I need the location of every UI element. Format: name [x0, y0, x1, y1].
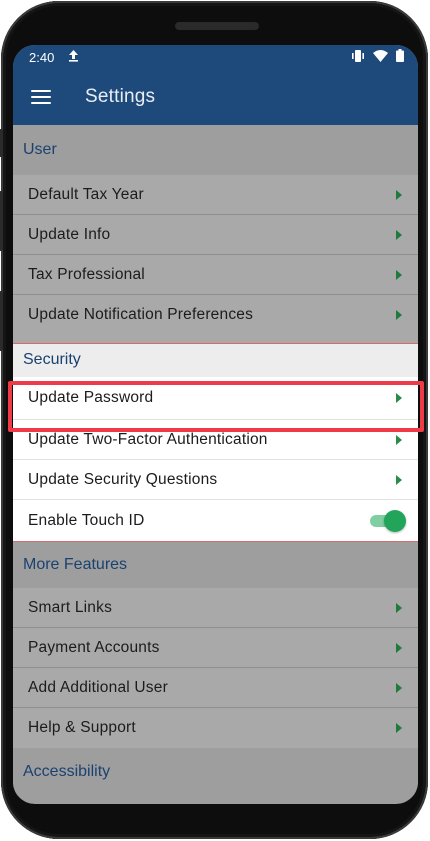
- settings-item-label: Help & Support: [28, 719, 136, 736]
- settings-item-label: Tax Professional: [28, 265, 145, 283]
- settings-item-label: Update Info: [28, 225, 111, 243]
- app-screen: 2:40 Settings User Default Tax Year Upda…: [13, 45, 418, 804]
- settings-item-label: Update Two-Factor Authentication: [28, 430, 268, 448]
- phone-volume-button: [0, 191, 3, 251]
- chevron-right-icon: [396, 189, 402, 200]
- settings-item-label: Update Notification Preferences: [28, 306, 254, 323]
- status-time: 2:40: [29, 49, 55, 65]
- wifi-icon: [373, 49, 388, 65]
- settings-item-label: Add Additional User: [28, 678, 168, 696]
- battery-icon: [396, 49, 404, 65]
- settings-item-smart-links[interactable]: Smart Links: [13, 588, 418, 628]
- app-bar: Settings: [13, 69, 418, 125]
- phone-speaker: [175, 22, 259, 30]
- settings-item-label: Update Security Questions: [28, 470, 218, 488]
- settings-item-enable-touch-id: Enable Touch ID: [13, 500, 418, 542]
- chevron-right-icon: [396, 269, 402, 280]
- settings-item-label: Payment Accounts: [28, 638, 160, 656]
- chevron-right-icon: [396, 602, 402, 613]
- chevron-right-icon: [396, 434, 402, 445]
- settings-item-label: Smart Links: [28, 598, 113, 616]
- settings-item-update-security-questions[interactable]: Update Security Questions: [13, 460, 418, 500]
- toggle-thumb: [384, 510, 406, 532]
- chevron-right-icon: [396, 723, 402, 733]
- phone-side-button: [0, 129, 3, 157]
- upload-icon: [68, 49, 79, 65]
- vibrate-icon: [351, 49, 365, 65]
- security-section: Security Update Password Update Two-Fact…: [13, 343, 418, 542]
- settings-item-update-password[interactable]: Update Password: [13, 377, 418, 420]
- section-header-user: User: [13, 125, 418, 175]
- section-header-accessibility: Accessibility: [13, 748, 418, 796]
- touch-id-toggle[interactable]: [368, 510, 406, 532]
- settings-item-label: Default Tax Year: [28, 185, 144, 203]
- chevron-right-icon: [396, 474, 402, 485]
- chevron-right-icon: [396, 682, 402, 693]
- settings-item-tax-professional[interactable]: Tax Professional: [13, 255, 418, 295]
- phone-frame: 2:40 Settings User Default Tax Year Upda…: [0, 1, 428, 839]
- chevron-right-icon: [396, 310, 402, 320]
- settings-item-help-and-support[interactable]: Help & Support: [13, 708, 418, 748]
- section-header-security: Security: [13, 343, 418, 377]
- settings-item-update-notification-preferences[interactable]: Update Notification Preferences: [13, 295, 418, 335]
- section-spacer: [13, 335, 418, 343]
- chevron-right-icon: [396, 229, 402, 240]
- settings-item-label: Update Password: [28, 389, 154, 406]
- section-header-more-features: More Features: [13, 542, 418, 588]
- settings-item-label: Enable Touch ID: [28, 512, 145, 529]
- settings-item-update-two-factor-authentication[interactable]: Update Two-Factor Authentication: [13, 420, 418, 460]
- hamburger-menu-icon[interactable]: [31, 90, 51, 104]
- page-title: Settings: [85, 86, 156, 107]
- status-bar: 2:40: [13, 45, 418, 69]
- chevron-right-icon: [396, 393, 402, 403]
- settings-item-default-tax-year[interactable]: Default Tax Year: [13, 175, 418, 215]
- settings-item-add-additional-user[interactable]: Add Additional User: [13, 668, 418, 708]
- phone-volume-button: [0, 291, 3, 351]
- settings-item-payment-accounts[interactable]: Payment Accounts: [13, 628, 418, 668]
- settings-item-update-info[interactable]: Update Info: [13, 215, 418, 255]
- chevron-right-icon: [396, 642, 402, 653]
